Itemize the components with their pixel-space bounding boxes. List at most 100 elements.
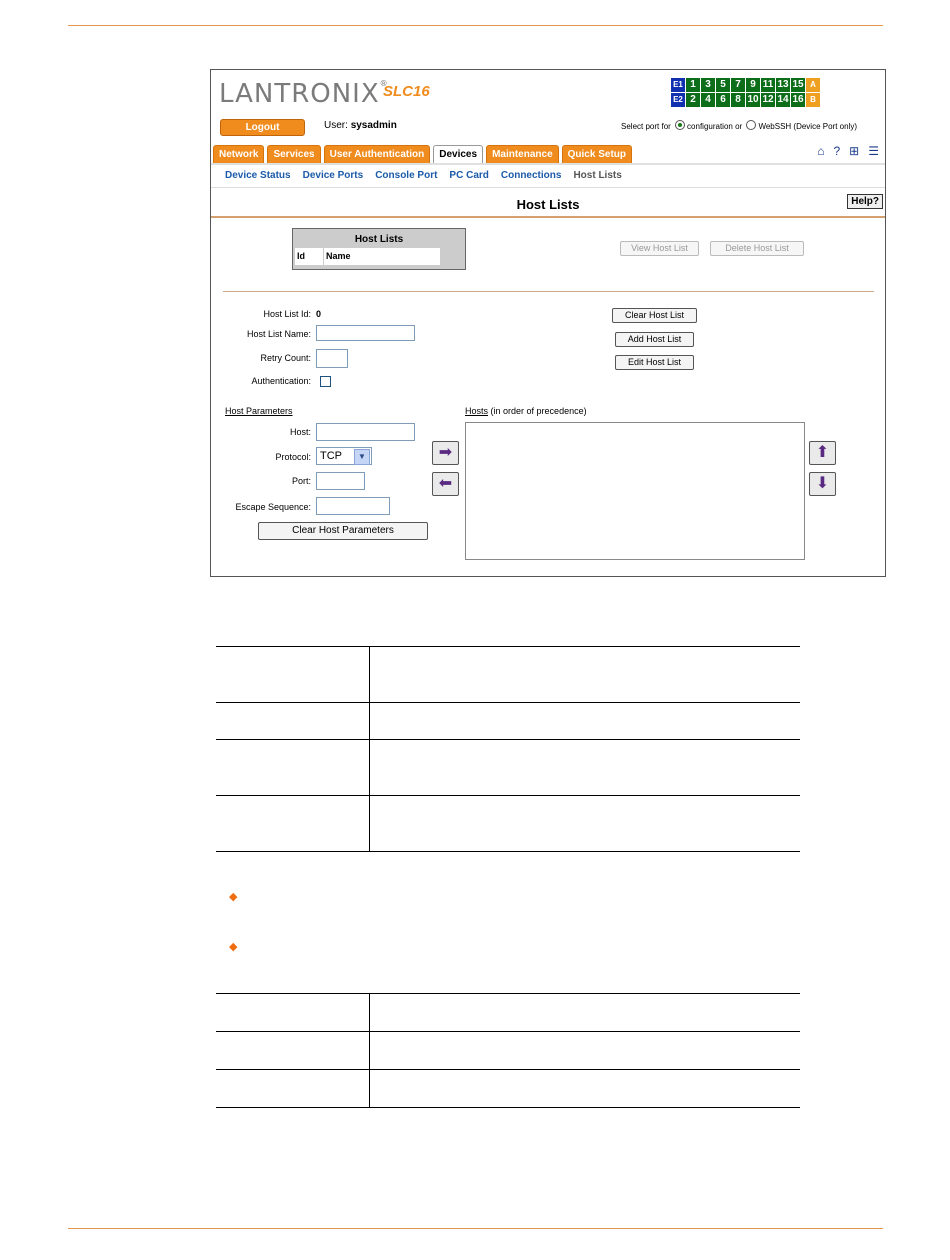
tab-services[interactable]: Services — [267, 145, 321, 165]
host-list-name-label: Host List Name: — [246, 329, 311, 339]
device-port-16[interactable]: 16 — [791, 93, 805, 107]
device-port-6[interactable]: 6 — [716, 93, 730, 107]
webssh-radio[interactable] — [746, 120, 757, 130]
table-row — [216, 795, 800, 852]
top-rule — [68, 25, 883, 26]
delete-host-list-button[interactable]: Delete Host List — [710, 241, 804, 256]
title-divider — [211, 216, 885, 218]
lantronix-logo: LANTRONIX® — [219, 79, 389, 109]
edit-host-list-button[interactable]: Edit Host List — [615, 355, 694, 370]
host-lists-table-title: Host Lists — [354, 234, 404, 245]
ethernet-port-e1[interactable]: E1 — [671, 78, 685, 92]
tab-divider — [211, 163, 885, 165]
clear-host-parameters-button[interactable]: Clear Host Parameters — [258, 522, 428, 540]
table-row — [216, 1069, 800, 1108]
device-port-3[interactable]: 3 — [701, 78, 715, 92]
retry-count-input[interactable] — [316, 349, 348, 368]
port-input[interactable] — [316, 472, 365, 490]
home-icon[interactable]: ⌂ — [817, 144, 824, 158]
subnav-pc-card[interactable]: PC Card — [449, 170, 488, 181]
top-icons: ⌂ ? ⊞ ☰ — [817, 144, 879, 158]
authentication-checkbox[interactable] — [320, 376, 331, 387]
device-port-4[interactable]: 4 — [701, 93, 715, 107]
port-grid: E1 1 3 5 7 9 11 13 15 A E2 2 4 6 8 10 12 14 16 B — [671, 78, 820, 108]
view-host-list-button[interactable]: View Host List — [620, 241, 699, 256]
bullet-icon: ◆ — [229, 941, 238, 953]
tab-user-authentication[interactable]: User Authentication — [323, 145, 431, 165]
protocol-label: Protocol: — [275, 452, 311, 462]
host-list-id-label: Host List Id: — [263, 309, 311, 319]
table-row — [216, 739, 800, 796]
escape-sequence-input[interactable] — [316, 497, 390, 515]
subnav-connections[interactable]: Connections — [501, 170, 562, 181]
hosts-title: Hosts (in order of precedence) — [465, 406, 587, 416]
subnav-device-status[interactable]: Device Status — [225, 170, 291, 181]
port-label: Port: — [291, 476, 311, 486]
device-port-14[interactable]: 14 — [776, 93, 790, 107]
subnav-console-port[interactable]: Console Port — [375, 170, 437, 181]
clear-host-list-button[interactable]: Clear Host List — [612, 308, 697, 323]
table-row — [216, 702, 800, 740]
host-list-name-input[interactable] — [316, 325, 415, 341]
port-row-1: E1 1 3 5 7 9 11 13 15 A — [671, 78, 820, 92]
document-table-2 — [216, 993, 800, 1108]
ethernet-port-e2[interactable]: E2 — [671, 93, 685, 107]
logout-button[interactable]: Logout — [220, 119, 305, 136]
device-port-13[interactable]: 13 — [776, 78, 790, 92]
device-port-11[interactable]: 11 — [761, 78, 775, 92]
table-row — [216, 993, 800, 1032]
select-port-options: Select port for configuration or WebSSH … — [621, 120, 857, 131]
retry-count-label: Retry Count: — [260, 353, 311, 363]
main-tabs: Network Services User Authentication Device… — [213, 145, 632, 165]
arrow-right-icon: ➡ — [438, 444, 453, 461]
tab-quick-setup[interactable]: Quick Setup — [561, 145, 632, 165]
move-down-button[interactable]: ⬇ — [809, 472, 836, 496]
device-port-9[interactable]: 9 — [746, 78, 760, 92]
arrow-up-icon: ⬆ — [815, 444, 830, 461]
escape-sequence-label: Escape Sequence: — [235, 502, 311, 512]
device-port-1[interactable]: 1 — [686, 78, 700, 92]
app-window: LANTRONIX® SLC16 E1 1 3 5 7 9 11 13 15 A E2 2 4 6 8 10… — [210, 69, 886, 577]
column-id: Id — [295, 248, 324, 265]
subnav-divider — [211, 187, 885, 188]
help-button[interactable]: Help? — [847, 194, 883, 209]
remove-host-arrow-button[interactable]: ⬅ — [432, 472, 459, 496]
subnav-device-ports[interactable]: Device Ports — [303, 170, 364, 181]
device-port-12[interactable]: 12 — [761, 93, 775, 107]
device-port-7[interactable]: 7 — [731, 78, 745, 92]
pc-card-slot-a[interactable]: A — [806, 78, 820, 92]
arrow-left-icon: ⬅ — [438, 475, 453, 492]
subnav-host-lists[interactable]: Host Lists — [573, 170, 621, 181]
host-parameters-title: Host Parameters — [225, 406, 293, 416]
move-up-button[interactable]: ⬆ — [809, 441, 836, 465]
arrow-down-icon: ⬇ — [815, 475, 830, 492]
device-port-15[interactable]: 15 — [791, 78, 805, 92]
configuration-radio[interactable] — [675, 120, 686, 130]
protocol-select[interactable]: TCP ▼ — [316, 447, 372, 465]
bottom-rule — [68, 1228, 883, 1229]
user-name: sysadmin — [350, 120, 397, 131]
log-icon[interactable]: ☰ — [868, 144, 879, 158]
chevron-down-icon: ▼ — [354, 449, 370, 465]
sub-navigation: Device Status Device Ports Console Port PC … — [225, 170, 622, 181]
device-port-8[interactable]: 8 — [731, 93, 745, 107]
add-host-arrow-button[interactable]: ➡ — [432, 441, 459, 465]
host-input[interactable] — [316, 423, 415, 441]
page-title: Host Lists — [516, 197, 580, 212]
document-table-1 — [216, 646, 800, 852]
device-port-5[interactable]: 5 — [716, 78, 730, 92]
tab-devices[interactable]: Devices — [433, 145, 484, 165]
hosts-list[interactable] — [465, 422, 805, 560]
tab-network[interactable]: Network — [213, 145, 265, 165]
pc-card-slot-b[interactable]: B — [806, 93, 820, 107]
sitemap-icon[interactable]: ⊞ — [849, 144, 859, 158]
authentication-label: Authentication: — [251, 376, 311, 386]
column-name: Name — [324, 248, 441, 265]
user-label: User: sysadmin — [324, 120, 397, 131]
host-lists-table: Host Lists Id Name — [292, 228, 466, 270]
tab-maintenance[interactable]: Maintenance — [486, 145, 559, 165]
add-host-list-button[interactable]: Add Host List — [615, 332, 694, 347]
device-port-10[interactable]: 10 — [746, 93, 760, 107]
help-icon[interactable]: ? — [833, 144, 840, 158]
device-port-2[interactable]: 2 — [686, 93, 700, 107]
